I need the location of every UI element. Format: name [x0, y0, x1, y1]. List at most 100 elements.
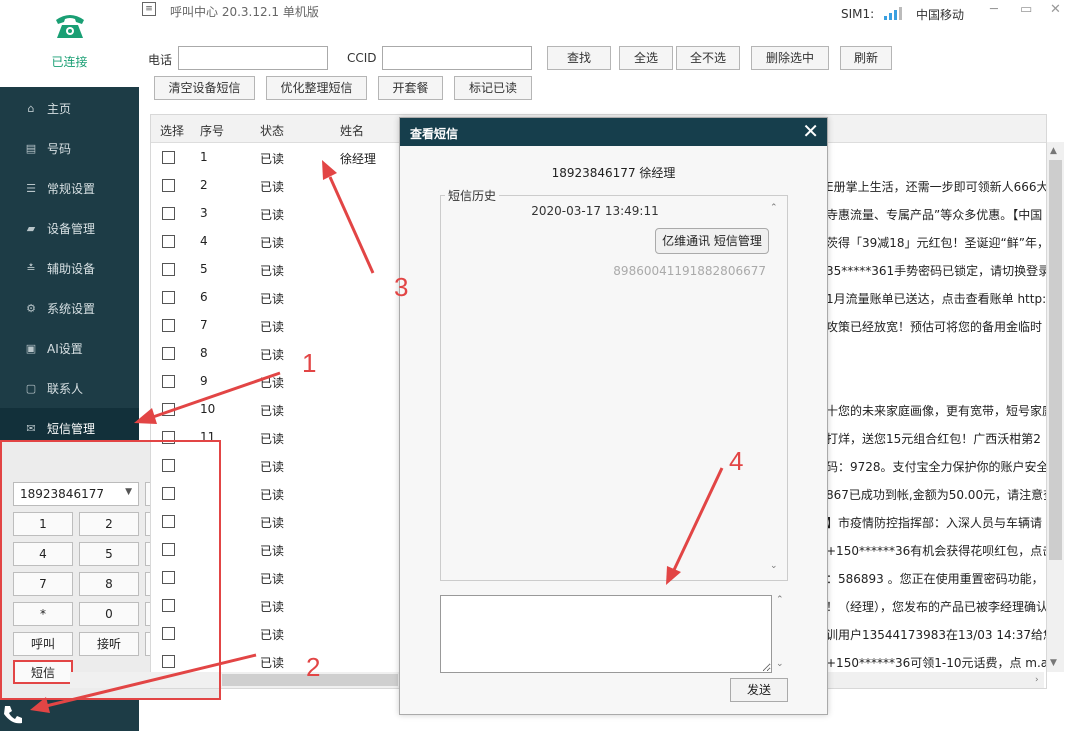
sliders-icon: ☰ [26, 181, 36, 195]
delete-selected-button[interactable]: 删除选中 [751, 46, 829, 70]
cell-status: 已读 [260, 488, 285, 502]
reply-scrollbar[interactable]: ⌃ ⌄ [774, 595, 788, 673]
sidebar-item-label: 常规设置 [47, 181, 96, 196]
sidebar-item-number[interactable]: ▤ 号码 [0, 128, 139, 168]
cell-content: 码：9728。支付宝全力保护你的账户安全 [826, 460, 1047, 474]
clear-sms-button[interactable]: 清空设备短信 [154, 76, 255, 100]
row-checkbox[interactable] [162, 263, 175, 276]
sidebar-item-contacts[interactable]: ▢ 联系人 [0, 368, 139, 408]
row-checkbox[interactable] [162, 235, 175, 248]
cell-seq: 10 [200, 402, 216, 416]
scroll-up-icon[interactable]: ⌃ [776, 595, 784, 605]
contact-icon: ▢ [25, 381, 37, 395]
menu-icon[interactable]: ≡ [142, 2, 156, 16]
vertical-scroll-thumb[interactable] [1049, 160, 1062, 560]
minimize-icon[interactable]: ─ [990, 2, 998, 17]
cell-status: 已读 [260, 264, 285, 278]
cell-seq: 4 [200, 234, 208, 248]
sidebar-item-label: 设备管理 [47, 221, 96, 236]
cell-seq: 1 [200, 150, 208, 164]
row-checkbox[interactable] [162, 403, 175, 416]
phone-input[interactable] [178, 46, 328, 70]
select-none-button[interactable]: 全不选 [676, 46, 740, 70]
open-plan-button[interactable]: 开套餐 [378, 76, 443, 100]
scroll-up-icon[interactable]: ▲ [1050, 146, 1057, 156]
cell-content: 攻策已经放宽！预估可将您的备用金临时 [826, 320, 1043, 334]
restore-icon[interactable]: ▭ [1020, 2, 1032, 17]
ccid-input[interactable] [382, 46, 532, 70]
contact-header: 18923846177 徐经理 [551, 166, 676, 180]
cell-seq: 5 [200, 262, 208, 276]
scroll-right-icon[interactable]: › [1035, 675, 1039, 685]
annotation-number-2: 2 [306, 652, 321, 682]
row-checkbox[interactable] [162, 347, 175, 360]
cell-content: +150******36有机会获得花呗红包，点击 [826, 544, 1047, 558]
cell-status: 已读 [260, 544, 285, 558]
scroll-down-icon[interactable]: ▼ [1050, 658, 1057, 668]
cell-content: +150******36可领1-10元话费，点 m.ali [826, 656, 1047, 670]
optimize-sms-button[interactable]: 优化整理短信 [266, 76, 367, 100]
cell-content: 训用户13544173983在13/03 14:37给您来 [826, 628, 1047, 642]
phone-handset-icon[interactable] [2, 704, 24, 726]
cell-status: 已读 [260, 292, 285, 306]
row-checkbox[interactable] [162, 291, 175, 304]
cell-status: 已读 [260, 348, 285, 362]
refresh-button[interactable]: 刷新 [840, 46, 892, 70]
select-all-button[interactable]: 全选 [619, 46, 673, 70]
cell-status: 已读 [260, 656, 285, 670]
sidebar-item-system-settings[interactable]: ⚙ 系统设置 [0, 288, 139, 328]
sidebar-item-aux-device[interactable]: ≛ 辅助设备 [0, 248, 139, 288]
row-checkbox[interactable] [162, 151, 175, 164]
cell-status: 已读 [260, 152, 285, 166]
row-checkbox[interactable] [162, 319, 175, 332]
sidebar-item-general-settings[interactable]: ☰ 常规设置 [0, 168, 139, 208]
cell-content: 1月流量账单已送达，点击查看账单 http: [826, 292, 1047, 306]
scroll-down-icon[interactable]: ⌄ [776, 659, 784, 669]
device-icon: ▰ [26, 221, 36, 235]
header-seq: 序号 [200, 124, 225, 138]
sim-label: SIM1: [841, 7, 875, 21]
cell-status: 已读 [260, 600, 285, 614]
ai-icon: ▣ [25, 341, 37, 355]
scroll-down-icon[interactable]: ⌄ [770, 561, 778, 571]
send-button[interactable]: 发送 [730, 678, 788, 702]
mark-read-button[interactable]: 标记已读 [454, 76, 532, 100]
signal-strength-icon [884, 6, 904, 20]
cell-status: 已读 [260, 516, 285, 530]
sidebar-item-label: 短信管理 [47, 421, 96, 436]
cell-status: 已读 [260, 320, 285, 334]
cell-name: 徐经理 [340, 152, 377, 166]
scroll-up-icon[interactable]: ⌃ [770, 203, 778, 213]
cell-status: 已读 [260, 376, 285, 390]
cell-seq: 6 [200, 290, 208, 304]
sidebar-item-label: AI设置 [47, 341, 83, 356]
cell-content: 茨得「39减18」元红包！圣诞迎“鲜”年， [826, 236, 1047, 250]
history-scrollbar[interactable]: ⌃ ⌄ [768, 203, 782, 575]
carrier-label: 中国移动 [916, 8, 965, 22]
header-select: 选择 [160, 124, 185, 138]
sidebar-item-ai-settings[interactable]: ▣ AI设置 [0, 328, 139, 368]
cell-content: E册掌上生活，还需一步即可领新人666大礼 [826, 180, 1047, 194]
window-close-icon[interactable]: ✕ [1050, 2, 1061, 17]
row-checkbox[interactable] [162, 375, 175, 388]
row-checkbox[interactable] [162, 179, 175, 192]
cell-content: 867已成功到帐,金额为50.00元，请注意查 [826, 488, 1047, 502]
close-icon[interactable]: ✕ [802, 120, 819, 142]
row-checkbox[interactable] [162, 207, 175, 220]
cell-status: 已读 [260, 236, 285, 250]
sidebar-item-label: 号码 [47, 141, 72, 156]
sms-reply-input[interactable] [440, 595, 772, 673]
cell-status: 已读 [260, 628, 285, 642]
sidebar-item-device-management[interactable]: ▰ 设备管理 [0, 208, 139, 248]
sidebar-item-home[interactable]: ⌂ 主页 [0, 88, 139, 128]
number-icon: ▤ [25, 141, 37, 155]
message-timestamp: 2020-03-17 13:49:11 [531, 204, 659, 218]
message-bubble: 亿维通讯 短信管理 [655, 228, 769, 254]
cell-seq: 8 [200, 346, 208, 360]
cell-status: 已读 [260, 180, 285, 194]
header-status: 状态 [260, 124, 285, 138]
telephone-icon [55, 15, 84, 38]
search-button[interactable]: 查找 [547, 46, 611, 70]
annotation-number-3: 3 [394, 272, 409, 302]
annotation-box-dialer [0, 440, 221, 700]
